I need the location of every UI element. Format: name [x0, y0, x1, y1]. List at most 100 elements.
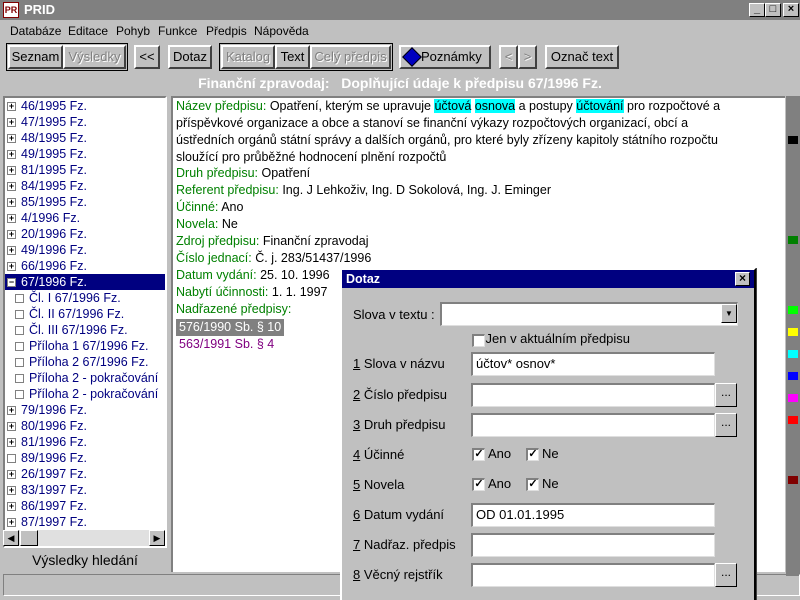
cislo-predpisu-input[interactable] — [471, 383, 715, 407]
cely-predpis-button[interactable]: Celý předpis — [310, 45, 391, 69]
restore-button[interactable]: □ — [765, 3, 781, 17]
tree-item[interactable]: +80/1996 Fz. — [5, 418, 87, 434]
novela-ne-checkbox[interactable]: ✓ — [526, 478, 539, 491]
tree-child-item[interactable]: Čl. II 67/1996 Fz. — [5, 306, 124, 322]
ucinne-ano-checkbox[interactable]: ✓ — [472, 448, 485, 461]
dialog-close-button[interactable]: × — [735, 272, 750, 286]
search-results-label[interactable]: Výsledky hledání — [3, 548, 167, 572]
expand-icon[interactable]: + — [7, 214, 16, 223]
expand-icon[interactable]: + — [7, 134, 16, 143]
text-button[interactable]: Text — [275, 45, 310, 69]
scroll-left-icon[interactable]: ◀ — [3, 530, 19, 546]
druh-predpisu-input[interactable] — [471, 413, 715, 437]
tree-item[interactable]: +48/1995 Fz. — [5, 130, 87, 146]
tree-child-item[interactable]: Příloha 2 - pokračování — [5, 386, 158, 402]
tree-child-item[interactable]: Čl. I 67/1996 Fz. — [5, 290, 121, 306]
scroll-thumb[interactable] — [20, 530, 38, 546]
back-button[interactable]: << — [134, 45, 160, 69]
tree-child-item[interactable]: Příloha 2 - pokračování — [5, 370, 158, 386]
scroll-right-icon[interactable]: ▶ — [149, 530, 165, 546]
close-button[interactable]: × — [783, 3, 799, 17]
tree-item[interactable]: +81/1995 Fz. — [5, 162, 87, 178]
tree-item[interactable]: +85/1995 Fz. — [5, 194, 87, 210]
dotaz-button[interactable]: Dotaz — [168, 45, 212, 69]
tree-child-item[interactable]: Příloha 2 67/1996 Fz. — [5, 354, 149, 370]
nabyti-label: Nabytí účinnosti: — [176, 285, 269, 299]
slova-v-textu-combo[interactable]: ▼ — [440, 302, 738, 326]
minimize-button[interactable]: _ — [749, 3, 765, 17]
ucinne-ne-checkbox[interactable]: ✓ — [526, 448, 539, 461]
expand-icon[interactable]: + — [7, 102, 16, 111]
tree-child-item[interactable]: Čl. III 67/1996 Fz. — [5, 322, 128, 338]
expand-icon[interactable]: + — [7, 502, 16, 511]
tree-item[interactable]: +86/1997 Fz. — [5, 498, 87, 514]
katalog-button[interactable]: Katalog — [221, 45, 275, 69]
next-button[interactable]: > — [518, 45, 537, 69]
parent-regulation-link[interactable]: 576/1990 Sb. § 10 — [176, 319, 285, 336]
jen-aktualni-checkbox[interactable] — [472, 334, 485, 347]
menu-databaze[interactable]: Databáze — [10, 24, 61, 38]
seznam-button[interactable]: Seznam — [8, 45, 63, 69]
tree-item[interactable]: +20/1996 Fz. — [5, 226, 87, 242]
collapse-icon[interactable]: − — [7, 278, 16, 287]
leaf-icon — [15, 342, 24, 351]
tree-item[interactable]: +84/1995 Fz. — [5, 178, 87, 194]
oznac-text-button[interactable]: Označ text — [545, 45, 619, 69]
novela-value: Ne — [221, 217, 238, 231]
expand-icon[interactable]: + — [7, 230, 16, 239]
menu-pohyb[interactable]: Pohyb — [116, 24, 150, 38]
leaf-icon — [15, 326, 24, 335]
parent-regulation-link[interactable]: 563/1991 Sb. § 4 — [179, 336, 274, 353]
menu-predpis[interactable]: Předpis — [206, 24, 247, 38]
expand-icon[interactable]: + — [7, 118, 16, 127]
dropdown-arrow-icon[interactable]: ▼ — [721, 304, 737, 323]
slova-v-nazvu-input[interactable]: účtov* osnov* — [471, 352, 715, 376]
tree-item[interactable]: +4/1996 Fz. — [5, 210, 80, 226]
cislo-predpisu-browse-button[interactable]: ... — [715, 383, 737, 407]
menu-funkce[interactable]: Funkce — [158, 24, 197, 38]
vecny-rejstrik-input[interactable] — [471, 563, 715, 587]
menu-editace[interactable]: Editace — [68, 24, 108, 38]
expand-icon[interactable]: + — [7, 470, 16, 479]
expand-icon[interactable]: + — [7, 198, 16, 207]
expand-icon[interactable]: + — [7, 518, 16, 527]
window-title: PRID — [24, 2, 56, 17]
poznamky-button[interactable]: Poznámky — [399, 45, 491, 69]
tree-item[interactable]: +46/1995 Fz. — [5, 98, 87, 114]
vysledky-button[interactable]: Výsledky — [63, 45, 126, 69]
expand-icon[interactable]: + — [7, 422, 16, 431]
expand-icon[interactable]: + — [7, 182, 16, 191]
tree-item-selected[interactable]: −67/1996 Fz. — [5, 274, 165, 290]
f2-text: Číslo předpisu — [360, 387, 447, 402]
menu-napoveda[interactable]: Nápověda — [254, 24, 309, 38]
tree-item[interactable]: +87/1997 Fz. — [5, 514, 87, 530]
expand-icon[interactable]: + — [7, 486, 16, 495]
jen-aktualni-text: Jen v aktuálním předpisu — [485, 331, 631, 346]
expand-icon[interactable]: + — [7, 406, 16, 415]
tree-child-item[interactable]: Příloha 1 67/1996 Fz. — [5, 338, 149, 354]
tree-item[interactable]: +66/1996 Fz. — [5, 258, 87, 274]
expand-icon[interactable]: + — [7, 246, 16, 255]
tree-item[interactable]: +47/1995 Fz. — [5, 114, 87, 130]
vecny-rejstrik-browse-button[interactable]: ... — [715, 563, 737, 587]
tree-item[interactable]: +26/1997 Fz. — [5, 466, 87, 482]
expand-icon[interactable]: + — [7, 262, 16, 271]
ucinne-label: Účinné: — [176, 200, 219, 214]
expand-icon[interactable]: + — [7, 150, 16, 159]
tree-hscrollbar[interactable]: ◀ ▶ — [3, 530, 165, 546]
tree-item[interactable]: +83/1997 Fz. — [5, 482, 87, 498]
druh-predpisu-browse-button[interactable]: ... — [715, 413, 737, 437]
tree-item[interactable]: +81/1996 Fz. — [5, 434, 87, 450]
nadraz-predpis-input[interactable] — [471, 533, 715, 557]
expand-icon[interactable]: + — [7, 438, 16, 447]
tree-item[interactable]: +49/1996 Fz. — [5, 242, 87, 258]
tree-item[interactable]: +49/1995 Fz. — [5, 146, 87, 162]
tree-item[interactable]: +79/1996 Fz. — [5, 402, 87, 418]
datum-vydani-input[interactable]: OD 01.01.1995 — [471, 503, 715, 527]
leaf-icon — [15, 374, 24, 383]
tree-item[interactable]: 89/1996 Fz. — [5, 450, 87, 466]
expand-icon[interactable]: + — [7, 166, 16, 175]
novela-ano-checkbox[interactable]: ✓ — [472, 478, 485, 491]
prev-button[interactable]: < — [499, 45, 518, 69]
nadrazene-label: Nadřazené předpisy: — [176, 302, 292, 316]
